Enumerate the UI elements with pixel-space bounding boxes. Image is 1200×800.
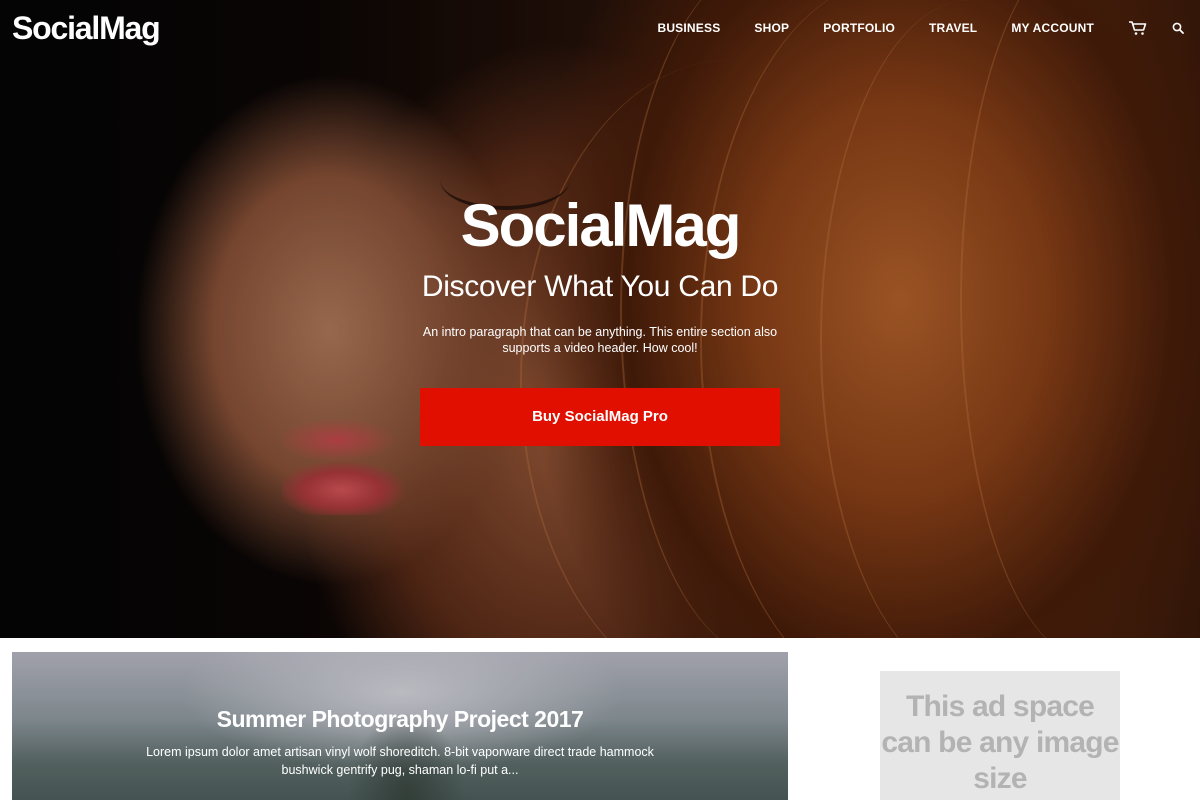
site-logo[interactable]: SocialMag: [12, 10, 161, 47]
hero-title: SocialMag: [460, 192, 742, 259]
nav-item-my-account[interactable]: MY ACCOUNT: [1011, 21, 1094, 35]
nav-item-travel[interactable]: TRAVEL: [929, 21, 977, 35]
hero-subtitle: Discover What You Can Do: [421, 270, 779, 303]
featured-post-title[interactable]: Summer Photography Project 2017: [12, 706, 788, 733]
nav-item-business[interactable]: BUSINESS: [657, 21, 720, 35]
cart-icon[interactable]: [1128, 20, 1148, 36]
featured-post-excerpt: Lorem ipsum dolor amet artisan vinyl wol…: [146, 745, 654, 777]
hero-section: SocialMag Discover What You Can Do An in…: [0, 190, 1200, 446]
search-icon[interactable]: [1168, 20, 1188, 36]
main-nav: BUSINESS SHOP PORTFOLIO TRAVEL MY ACCOUN…: [657, 20, 1200, 36]
featured-post-card[interactable]: Summer Photography Project 2017 Lorem ip…: [12, 652, 788, 800]
buy-socialmag-pro-button[interactable]: Buy SocialMag Pro: [420, 388, 780, 446]
ad-space-text: This ad space can be any image size: [881, 690, 1119, 795]
nav-item-shop[interactable]: SHOP: [754, 21, 789, 35]
ad-space[interactable]: This ad space can be any image size: [880, 671, 1120, 800]
hero-intro-text: An intro paragraph that can be anything.…: [422, 325, 778, 355]
nav-item-portfolio[interactable]: PORTFOLIO: [823, 21, 895, 35]
site-header: SocialMag BUSINESS SHOP PORTFOLIO TRAVEL…: [0, 0, 1200, 60]
